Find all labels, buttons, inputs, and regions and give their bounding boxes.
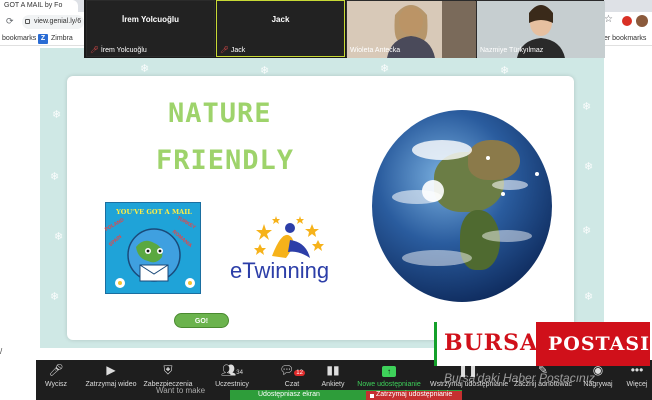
participants-button[interactable]: 👥︎34 Uczestnicy xyxy=(203,363,261,388)
slide-title-line1: NATURE xyxy=(168,98,272,129)
participant-label: 🎤︎ Jack xyxy=(220,47,246,54)
url-field[interactable]: view.genial.ly/6 xyxy=(22,15,84,29)
participants-icon: 👥︎34 xyxy=(221,363,243,377)
microphone-icon: 🎤︎ xyxy=(48,363,64,377)
snowflake-icon: ❄ xyxy=(380,63,390,75)
participant-name: Jack xyxy=(271,15,290,24)
stop-icon xyxy=(370,394,374,398)
other-bookmarks[interactable]: er bookmarks xyxy=(604,35,646,42)
etwinning-wordmark: eTwinning xyxy=(230,258,330,283)
watermark-green-stripe xyxy=(434,322,437,366)
stop-video-button[interactable]: ▶ Zatrzymaj wideo xyxy=(82,363,140,388)
profile-avatar[interactable] xyxy=(636,15,648,27)
mute-button[interactable]: 🎤︎ Wycisz xyxy=(27,363,85,388)
mic-off-icon: 🎤︎ xyxy=(220,47,229,54)
new-share-button[interactable]: ↑ Nowe udostępnianie xyxy=(356,363,422,388)
lock-icon xyxy=(25,19,30,24)
more-button[interactable]: ••• Więcej xyxy=(622,363,652,388)
more-label: Więcej xyxy=(626,381,648,388)
snowflake-icon: ❄ xyxy=(54,231,64,243)
earth-globe xyxy=(372,110,552,302)
ygam-title: YOU'VE GOT A MAIL xyxy=(116,208,192,216)
side-marker: / xyxy=(0,347,3,356)
snowflake-icon: ❄ xyxy=(584,291,594,303)
screen: GOT A MAIL by Fo ⟳ view.genial.ly/6 book… xyxy=(0,0,652,400)
watermark-tagline: Bursa'daki Haber Postacınız xyxy=(444,371,596,385)
participant-video-tile[interactable]: Nazmiye Türkyılmaz xyxy=(476,0,605,58)
snowflake-icon: ❄ xyxy=(582,225,592,237)
mute-label: Wycisz xyxy=(44,381,68,388)
footer-text: Want to make xyxy=(156,386,206,395)
polls-button[interactable]: ▮▮ Ankiety xyxy=(304,363,362,388)
mic-off-icon: 🎤︎ xyxy=(90,47,99,54)
participant-tile-active[interactable]: Jack 🎤︎ Jack xyxy=(216,0,345,57)
slide-title-line2: FRIENDLY xyxy=(156,145,295,176)
participant-label: Wioleta Antecka xyxy=(350,47,401,54)
security-button[interactable]: ⛨ Zabezpieczenia xyxy=(139,363,197,388)
hotspot-dot[interactable] xyxy=(535,172,539,176)
hotspot-dot[interactable] xyxy=(523,278,527,282)
participants-count: 34 xyxy=(236,370,243,376)
bookmark-zimbra[interactable]: Zimbra xyxy=(51,35,73,42)
watermark-bursa: BURSA xyxy=(444,330,539,356)
browser-tab-active[interactable]: GOT A MAIL by Fo xyxy=(0,0,78,12)
reload-icon[interactable]: ⟳ xyxy=(6,16,14,27)
snowflake-icon: ❄ xyxy=(582,101,592,113)
watermark-postasi: POSTASI xyxy=(548,333,651,355)
participant-label: Nazmiye Türkyılmaz xyxy=(480,47,544,54)
sharing-label: Udostępniasz ekran xyxy=(258,391,320,398)
participant-label: 🎤︎ İrem Yolcuoğlu xyxy=(90,47,147,54)
snowflake-icon: ❄ xyxy=(52,109,62,121)
bookmarks-label[interactable]: bookmarks xyxy=(2,35,36,42)
snowflake-icon: ❄ xyxy=(50,291,60,303)
snowflake-icon: ❄ xyxy=(50,171,60,183)
shield-icon: ⛨ xyxy=(163,363,173,377)
zimbra-icon[interactable]: Z xyxy=(38,34,48,44)
participant-video-tile[interactable]: Wioleta Antecka xyxy=(346,0,476,58)
video-camera-icon: ▶ xyxy=(106,363,116,377)
extension-icon[interactable] xyxy=(622,16,632,26)
video-label: Zatrzymaj wideo xyxy=(85,381,137,388)
star-icon[interactable]: ☆ xyxy=(604,14,613,25)
snowflake-icon: ❄ xyxy=(584,161,594,173)
hotspot-dot[interactable] xyxy=(501,192,505,196)
stop-share-button[interactable]: Zatrzymaj udostępnianie xyxy=(366,391,462,400)
go-button[interactable]: GO! xyxy=(174,313,229,328)
hotspot-dot[interactable] xyxy=(486,156,490,160)
polls-label: Ankiety xyxy=(321,381,345,388)
participant-tile[interactable]: İrem Yolcuoğlu 🎤︎ İrem Yolcuoğlu xyxy=(86,0,215,57)
polls-icon: ▮▮ xyxy=(326,363,340,377)
participant-name: İrem Yolcuoğlu xyxy=(121,15,180,24)
share-screen-icon: ↑ xyxy=(356,363,422,377)
participants-label: Uczestnicy xyxy=(215,381,249,388)
new-share-label: Nowe udostępnianie xyxy=(357,381,421,388)
snowflake-icon: ❄ xyxy=(140,63,150,75)
